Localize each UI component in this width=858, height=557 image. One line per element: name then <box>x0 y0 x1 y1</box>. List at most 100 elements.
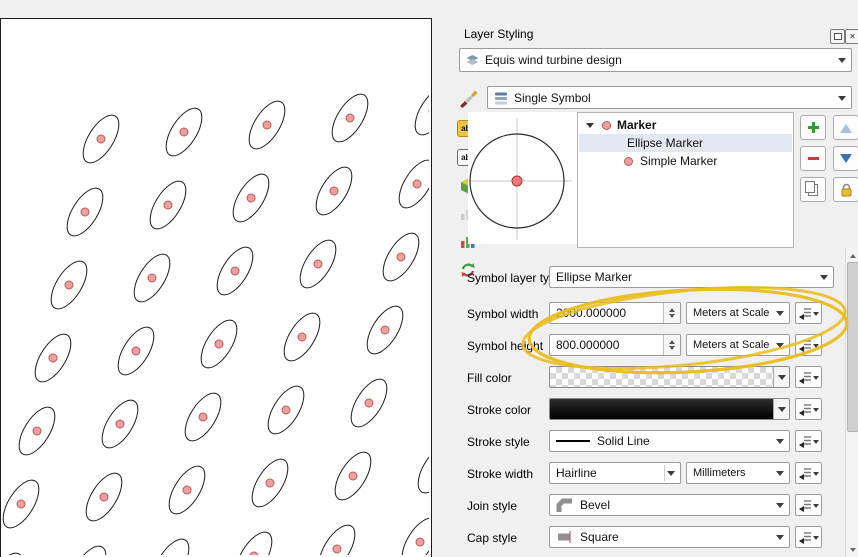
chevron-down-icon <box>776 343 784 352</box>
spinner-buttons[interactable] <box>663 335 680 355</box>
scrollbar-thumb[interactable] <box>847 262 858 432</box>
unit-value: Meters at Scale <box>693 307 770 319</box>
stroke-color-override-button[interactable] <box>795 398 822 420</box>
chevron-down-icon <box>813 440 819 447</box>
symbol-tree[interactable]: Marker Ellipse Marker Simple Marker <box>577 112 794 248</box>
move-layer-up-button[interactable] <box>833 115 858 140</box>
fill-color-override-button[interactable] <box>795 366 822 388</box>
tree-row-marker[interactable]: Marker <box>579 116 792 134</box>
join-style-override-button[interactable] <box>795 494 822 516</box>
duplicate-icon <box>805 180 818 196</box>
stroke-color-label: Stroke color <box>467 403 532 417</box>
unit-value: Meters at Scale <box>693 339 770 351</box>
divider <box>664 465 665 481</box>
turbine-ellipse-marker <box>401 517 439 557</box>
tree-row-simple-marker[interactable]: Simple Marker <box>579 152 792 170</box>
turbine-ellipse-marker <box>417 444 455 494</box>
stroke-style-label: Stroke style <box>467 435 530 449</box>
panel-scrollbar[interactable] <box>845 248 858 557</box>
turbine-ellipse-marker <box>50 260 88 310</box>
turbine-ellipse-marker <box>168 465 206 515</box>
chevron-down-icon <box>813 504 819 511</box>
tab-symbology[interactable] <box>454 85 482 111</box>
duplicate-symbol-layer-button[interactable] <box>800 177 826 202</box>
cap-style-override-button[interactable] <box>795 526 822 548</box>
tree-item-label: Simple Marker <box>640 154 718 168</box>
join-style-select[interactable]: Bevel <box>549 494 790 516</box>
color-dropdown[interactable] <box>773 367 789 387</box>
fill-color-button[interactable] <box>549 366 790 388</box>
square-cap-icon <box>558 531 571 543</box>
turbine-ellipse-marker <box>235 531 273 557</box>
turbine-ellipse-marker <box>232 173 270 223</box>
symbol-height-unit-select[interactable]: Meters at Scale <box>686 334 790 356</box>
symbol-width-value: 2000.000000 <box>556 306 627 320</box>
symbol-width-input[interactable]: 2000.000000 <box>549 302 681 324</box>
cap-style-value: Square <box>580 530 619 544</box>
float-panel-button[interactable] <box>830 29 845 44</box>
stroke-width-label: Stroke width <box>467 467 534 481</box>
stroke-width-unit-select[interactable]: Millimeters <box>686 462 790 484</box>
stroke-color-button[interactable] <box>549 398 790 420</box>
stroke-style-override-button[interactable] <box>795 430 822 452</box>
chevron-down-icon <box>813 472 819 479</box>
chevron-down-icon <box>776 311 784 320</box>
chevron-down-icon <box>777 406 786 416</box>
spinner-buttons[interactable] <box>663 303 680 323</box>
spin-up-icon <box>669 305 675 312</box>
cap-style-select[interactable]: Square <box>549 526 790 548</box>
spin-down-icon <box>669 314 675 321</box>
chevron-down-icon <box>813 536 819 543</box>
move-layer-down-button[interactable] <box>833 146 858 171</box>
data-defined-override-icon <box>799 468 811 480</box>
stroke-width-select[interactable]: Hairline <box>549 462 681 484</box>
color-dropdown[interactable] <box>773 399 789 419</box>
stroke-color-swatch-black <box>550 399 773 419</box>
join-style-value: Bevel <box>580 498 611 512</box>
symbol-height-input[interactable]: 800.000000 <box>549 334 681 356</box>
scroll-up-icon[interactable] <box>846 248 858 260</box>
remove-symbol-layer-button[interactable] <box>800 146 826 171</box>
symbol-mode-select[interactable]: Single Symbol <box>487 86 852 109</box>
close-panel-button[interactable]: ✕ <box>845 29 858 44</box>
symbol-height-override-button[interactable] <box>795 334 822 356</box>
symbol-width-unit-select[interactable]: Meters at Scale <box>686 302 790 324</box>
bevel-join-icon <box>556 498 572 512</box>
turbine-ellipse-marker <box>382 232 420 282</box>
data-defined-override-icon <box>799 436 811 448</box>
red-dot-marker-icon <box>624 156 633 166</box>
layer-selector[interactable]: Equis wind turbine design <box>459 48 852 72</box>
stroke-width-override-button[interactable] <box>795 462 822 484</box>
turbine-ellipse-marker <box>165 107 203 157</box>
chevron-down-icon <box>667 471 675 480</box>
add-symbol-layer-button[interactable] <box>800 115 826 140</box>
turbine-ellipse-marker <box>184 392 222 442</box>
symbol-mode-value: Single Symbol <box>514 90 591 105</box>
stroke-style-select[interactable]: Solid Line <box>549 430 790 452</box>
expander-down-icon[interactable] <box>586 123 594 132</box>
layer-selector-value: Equis wind turbine design <box>485 53 622 67</box>
symbol-width-override-button[interactable] <box>795 302 822 324</box>
turbine-ellipse-marker <box>0 552 24 557</box>
red-dot-marker-icon <box>602 120 611 130</box>
solid-line-icon <box>556 440 590 442</box>
turbine-ellipse-marker <box>85 472 123 522</box>
spin-up-icon <box>669 337 675 344</box>
lock-color-button[interactable] <box>833 177 858 202</box>
fill-color-swatch-transparent <box>550 367 773 387</box>
close-icon: ✕ <box>849 32 856 41</box>
turbine-ellipse-marker <box>149 180 187 230</box>
turbine-ellipse-marker <box>2 479 40 529</box>
scroll-down-icon[interactable] <box>846 545 858 557</box>
turbine-ellipse-marker <box>101 399 139 449</box>
map-canvas[interactable] <box>0 18 471 557</box>
qgis-window: Layer Styling ✕ Equis wind turbine desig… <box>0 0 858 557</box>
tree-item-label: Ellipse Marker <box>627 136 704 150</box>
chevron-down-icon <box>838 58 846 67</box>
spin-down-icon <box>669 346 675 353</box>
turbine-ellipse-marker <box>133 253 171 303</box>
tree-row-ellipse-marker[interactable]: Ellipse Marker <box>579 134 792 152</box>
chevron-down-icon <box>776 439 784 448</box>
chevron-down-icon <box>813 408 819 415</box>
symbol-layer-type-select[interactable]: Ellipse Marker <box>549 266 834 288</box>
